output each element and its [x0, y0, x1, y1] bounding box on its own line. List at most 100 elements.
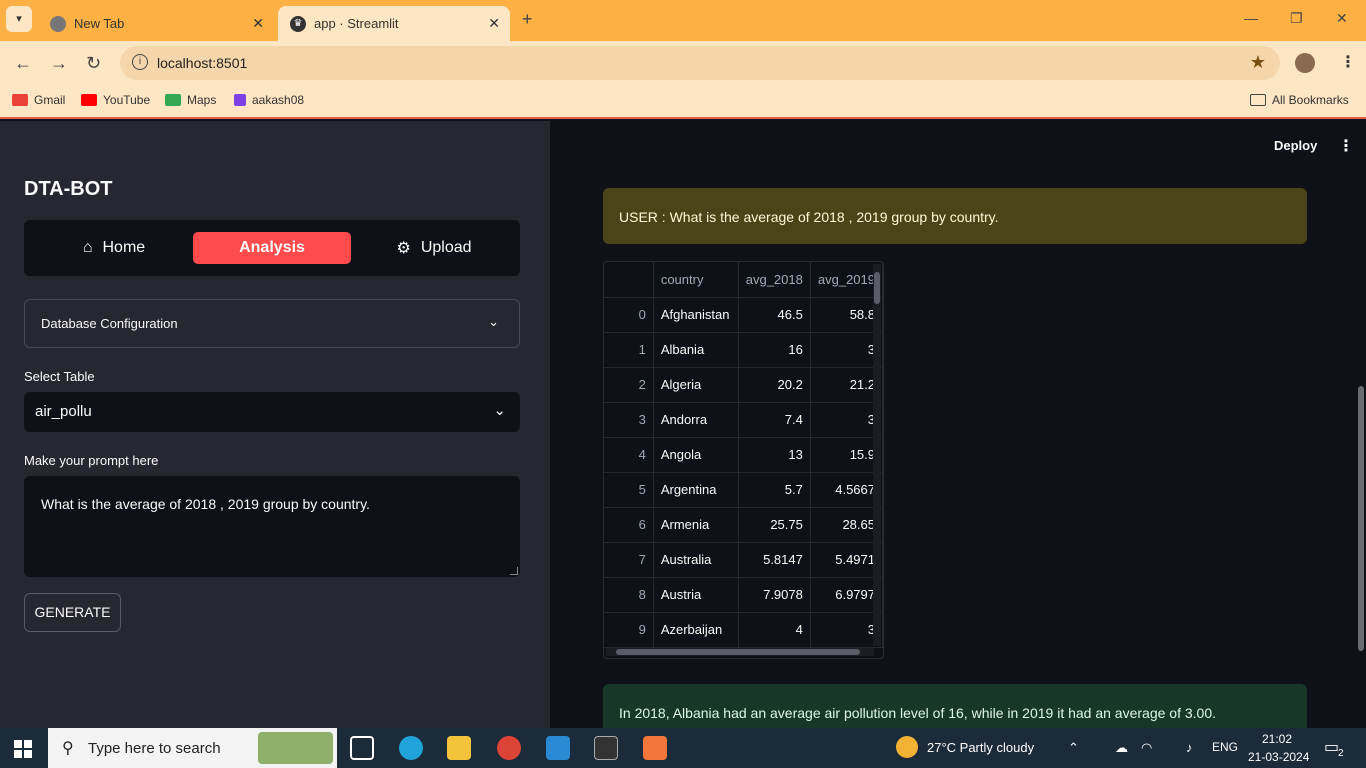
column-header-avg-2018[interactable]: avg_2018: [738, 262, 811, 298]
cell-avg-2018[interactable]: 5.8147: [738, 542, 811, 578]
close-icon[interactable]: ✕: [488, 15, 500, 32]
clock-time[interactable]: 21:02: [1262, 732, 1292, 746]
cell-avg-2018[interactable]: 7.4: [738, 402, 811, 438]
nav-home[interactable]: ⌂ Home: [64, 232, 164, 264]
xampp-icon[interactable]: [643, 736, 667, 760]
cell-avg-2019[interactable]: 21.2: [810, 367, 883, 403]
task-view-icon[interactable]: [350, 736, 374, 760]
back-icon[interactable]: ←: [14, 53, 32, 74]
all-bookmarks[interactable]: All Bookmarks: [1250, 93, 1349, 107]
cell-avg-2018[interactable]: 16: [738, 332, 811, 368]
row-index: 0: [604, 297, 654, 333]
edge-icon[interactable]: [399, 736, 423, 760]
close-icon[interactable]: ✕: [252, 15, 264, 32]
table-row[interactable]: 9 Azerbaijan 4 3: [604, 612, 883, 648]
dataframe[interactable]: country avg_2018 avg_2019 0 Afghanistan 46…: [603, 261, 884, 659]
cell-country[interactable]: Angola: [653, 437, 739, 473]
vscode-icon[interactable]: [546, 736, 570, 760]
cell-avg-2019[interactable]: 4.5667: [810, 472, 883, 508]
bookmark-maps[interactable]: Maps: [165, 93, 216, 107]
site-info-icon[interactable]: i: [132, 54, 148, 70]
chrome-menu-icon[interactable]: ⋮: [1340, 52, 1356, 72]
minimize-icon[interactable]: —: [1244, 10, 1258, 26]
weather-text[interactable]: 27°C Partly cloudy: [927, 740, 1034, 755]
notification-icon[interactable]: ▭: [1324, 737, 1339, 757]
onedrive-icon[interactable]: ☁: [1115, 740, 1128, 756]
cell-avg-2018[interactable]: 5.7: [738, 472, 811, 508]
tab-streamlit[interactable]: ♛ app · Streamlit ✕: [278, 6, 510, 41]
chrome-icon[interactable]: [497, 736, 521, 760]
profile-avatar[interactable]: [1295, 53, 1315, 73]
cell-avg-2019[interactable]: 3: [810, 612, 883, 648]
cell-avg-2018[interactable]: 20.2: [738, 367, 811, 403]
main-menu-icon[interactable]: ⋮: [1338, 136, 1354, 156]
resize-handle-icon[interactable]: [510, 567, 518, 575]
volume-icon[interactable]: ♪: [1186, 740, 1193, 755]
cell-avg-2019[interactable]: 28.65: [810, 507, 883, 543]
bookmark-star-icon[interactable]: ★: [1250, 52, 1266, 73]
cell-country[interactable]: Armenia: [653, 507, 739, 543]
clock-date[interactable]: 21-03-2024: [1248, 750, 1309, 764]
cell-avg-2019[interactable]: 15.9: [810, 437, 883, 473]
table-row[interactable]: 1 Albania 16 3: [604, 332, 883, 368]
address-bar[interactable]: i localhost:8501 ★: [120, 46, 1280, 80]
cell-country[interactable]: Albania: [653, 332, 739, 368]
cell-avg-2018[interactable]: 25.75: [738, 507, 811, 543]
new-tab-button[interactable]: +: [522, 9, 533, 30]
tab-search-button[interactable]: ▾: [6, 6, 32, 32]
cell-avg-2018[interactable]: 13: [738, 437, 811, 473]
restore-icon[interactable]: ❐: [1290, 10, 1303, 27]
cell-avg-2019[interactable]: 3: [810, 332, 883, 368]
column-header-country[interactable]: country: [653, 262, 739, 298]
dataframe-horizontal-scrollbar[interactable]: [606, 648, 874, 656]
taskbar-search-box[interactable]: ⚲ Type here to search: [48, 728, 337, 768]
cell-country[interactable]: Andorra: [653, 402, 739, 438]
tab-title: New Tab: [74, 16, 125, 31]
table-row[interactable]: 5 Argentina 5.7 4.5667: [604, 472, 883, 508]
database-config-expander[interactable]: Database Configuration ⌄: [24, 299, 520, 348]
table-row[interactable]: 6 Armenia 25.75 28.65: [604, 507, 883, 543]
dataframe-vertical-scrollbar[interactable]: [873, 264, 881, 646]
cell-avg-2019[interactable]: 5.4971: [810, 542, 883, 578]
prompt-textarea[interactable]: What is the average of 2018 , 2019 group…: [24, 476, 520, 577]
table-row[interactable]: 3 Andorra 7.4 3: [604, 402, 883, 438]
cell-country[interactable]: Azerbaijan: [653, 612, 739, 648]
cell-avg-2019[interactable]: 3: [810, 402, 883, 438]
nav-upload[interactable]: ⚙ Upload: [384, 232, 484, 264]
cell-country[interactable]: Austria: [653, 577, 739, 613]
file-explorer-icon[interactable]: [447, 736, 471, 760]
close-window-icon[interactable]: ✕: [1336, 10, 1348, 27]
cell-avg-2018[interactable]: 46.5: [738, 297, 811, 333]
column-header-avg-2019[interactable]: avg_2019: [810, 262, 883, 298]
cell-country[interactable]: Algeria: [653, 367, 739, 403]
bookmark-gmail[interactable]: Gmail: [12, 93, 65, 107]
table-row[interactable]: 7 Australia 5.8147 5.4971: [604, 542, 883, 578]
bookmark-aakash08[interactable]: aakash08: [234, 93, 304, 107]
language-indicator[interactable]: ENG: [1212, 740, 1238, 754]
cell-avg-2019[interactable]: 6.9797: [810, 577, 883, 613]
cell-avg-2018[interactable]: 7.9078: [738, 577, 811, 613]
tray-overflow-icon[interactable]: ⌃: [1068, 740, 1079, 756]
forward-icon[interactable]: →: [50, 53, 68, 74]
terminal-icon[interactable]: [594, 736, 618, 760]
cell-avg-2018[interactable]: 4: [738, 612, 811, 648]
page-scrollbar[interactable]: [1358, 386, 1364, 651]
reload-icon[interactable]: ↻: [86, 53, 101, 74]
nav-analysis[interactable]: Analysis: [193, 232, 351, 264]
cell-country[interactable]: Argentina: [653, 472, 739, 508]
cell-country[interactable]: Afghanistan: [653, 297, 739, 333]
table-row[interactable]: 8 Austria 7.9078 6.9797: [604, 577, 883, 613]
maps-icon: [165, 94, 181, 106]
cell-avg-2019[interactable]: 58.8: [810, 297, 883, 333]
generate-button[interactable]: GENERATE: [24, 593, 121, 632]
table-row[interactable]: 2 Algeria 20.2 21.2: [604, 367, 883, 403]
bookmark-youtube[interactable]: YouTube: [81, 93, 150, 107]
tab-new-tab[interactable]: New Tab ✕: [38, 6, 274, 41]
cell-country[interactable]: Australia: [653, 542, 739, 578]
deploy-button[interactable]: Deploy: [1274, 138, 1317, 153]
table-row[interactable]: 4 Angola 13 15.9: [604, 437, 883, 473]
table-select[interactable]: air_pollu ⌄: [24, 392, 520, 432]
wifi-icon[interactable]: ◠: [1141, 740, 1152, 756]
table-row[interactable]: 0 Afghanistan 46.5 58.8: [604, 297, 883, 333]
windows-start-icon[interactable]: [14, 740, 32, 758]
